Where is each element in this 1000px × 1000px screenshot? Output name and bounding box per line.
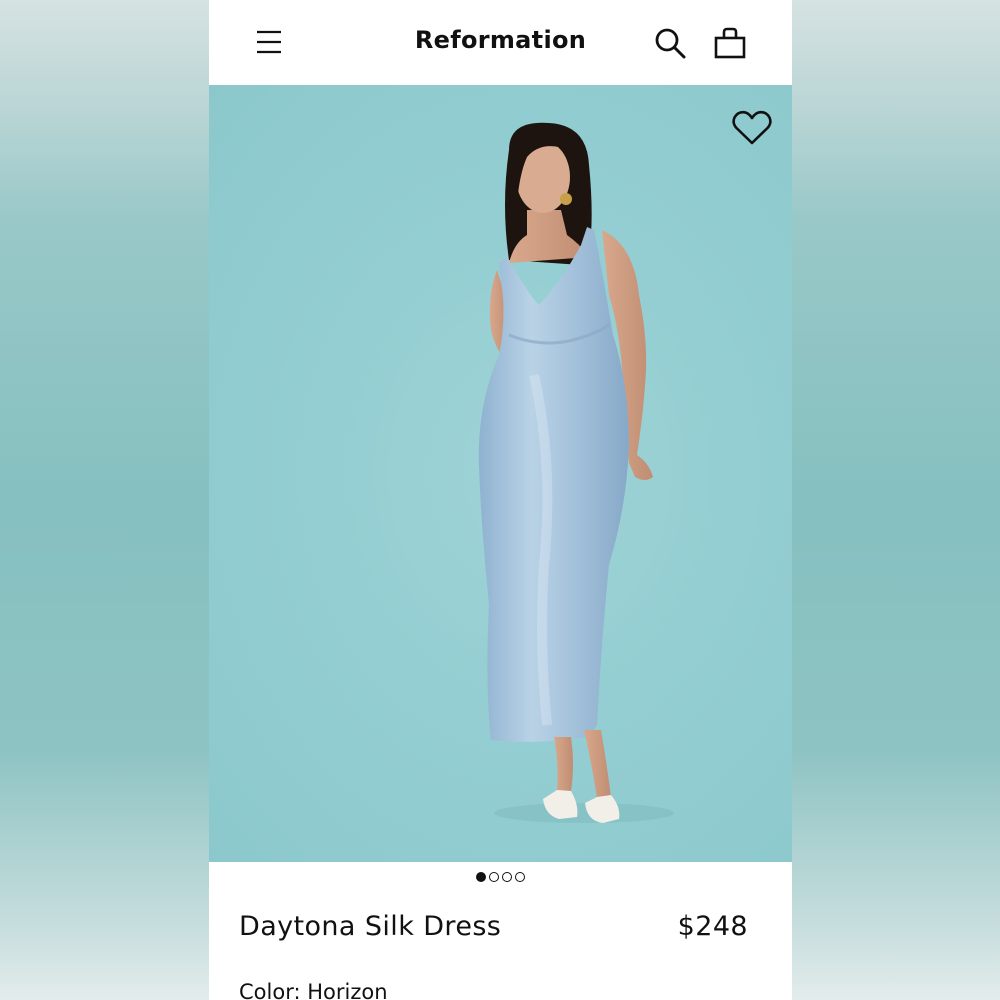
product-price: $248 xyxy=(677,911,748,942)
product-photo xyxy=(478,122,674,823)
carousel-dot-3[interactable] xyxy=(502,872,512,882)
carousel-dot-4[interactable] xyxy=(515,872,525,882)
search-icon xyxy=(655,28,686,59)
shopping-bag-icon xyxy=(714,27,746,59)
carousel-indicators xyxy=(209,872,792,888)
color-value: Horizon xyxy=(307,980,388,1000)
product-name: Daytona Silk Dress xyxy=(239,911,502,942)
top-nav-bar: Reformation xyxy=(209,0,792,85)
carousel-dot-2[interactable] xyxy=(489,872,499,882)
shopping-bag-button[interactable] xyxy=(712,26,748,60)
product-image-carousel[interactable] xyxy=(209,85,792,862)
blurred-background-left xyxy=(0,0,209,1000)
blurred-background-right xyxy=(792,0,1000,1000)
carousel-dot-1[interactable] xyxy=(476,872,486,882)
product-page: Reformation Daytona Silk Dress $248 Colo… xyxy=(209,0,792,1000)
color-label: Color: xyxy=(239,980,301,1000)
brand-logo[interactable]: Reformation xyxy=(209,26,792,54)
heart-icon xyxy=(732,110,772,145)
favorite-button[interactable] xyxy=(731,109,773,147)
search-button[interactable] xyxy=(653,26,687,60)
color-selection-label: Color: Horizon xyxy=(239,980,388,1000)
